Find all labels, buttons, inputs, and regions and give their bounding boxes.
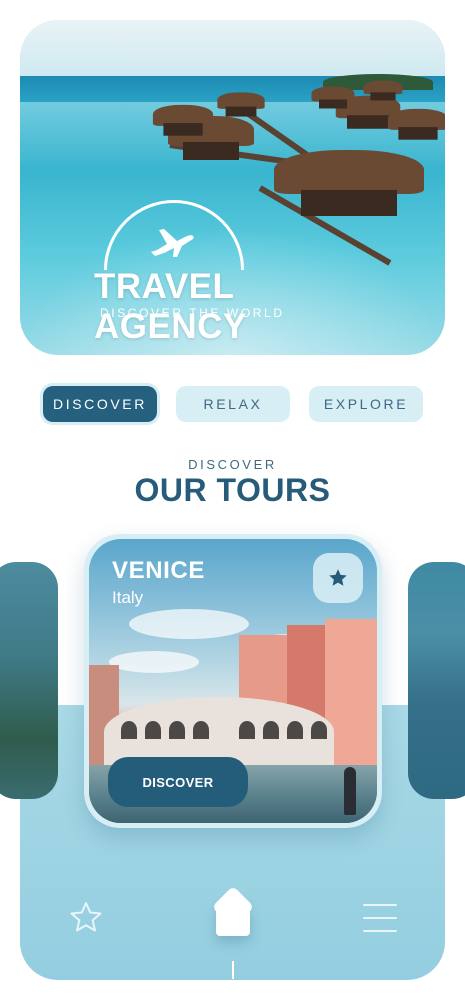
overwater-bungalow	[274, 150, 424, 220]
home-indicator	[232, 961, 234, 979]
tour-card-previous[interactable]	[0, 562, 58, 799]
tour-card-next[interactable]	[408, 562, 465, 799]
bridge-arch	[287, 721, 303, 739]
bridge-arch	[193, 721, 209, 739]
cloud	[109, 651, 199, 673]
tour-card[interactable]: VENICE Italy DISCOVER	[84, 534, 382, 828]
hero-sky	[20, 20, 445, 76]
overwater-bungalow	[152, 104, 214, 137]
star-icon[interactable]	[68, 900, 104, 936]
overwater-bungalow	[363, 80, 403, 102]
home-icon[interactable]	[216, 898, 250, 936]
bridge-arch	[239, 721, 255, 739]
section-title: OUR TOURS	[134, 472, 331, 508]
tab-explore[interactable]: EXPLORE	[309, 386, 423, 422]
category-tabs: DISCOVER RELAX EXPLORE	[40, 386, 425, 424]
tab-label: DISCOVER	[53, 396, 147, 412]
discover-tour-button[interactable]: DISCOVER	[108, 757, 248, 807]
tab-relax[interactable]: RELAX	[176, 386, 290, 422]
bridge-arch	[121, 721, 137, 739]
bridge-arch	[263, 721, 279, 739]
gondolier	[344, 767, 356, 815]
hero-banner: TRAVEL AGENCY DISCOVER THE WORLD	[20, 20, 445, 355]
bridge-arch	[169, 721, 185, 739]
airplane-icon	[151, 229, 194, 257]
overwater-bungalow	[217, 92, 265, 117]
tour-card-image: VENICE Italy DISCOVER	[89, 539, 377, 823]
tour-city: VENICE	[112, 557, 205, 584]
favorite-button[interactable]	[313, 553, 363, 603]
bridge-arch	[311, 721, 327, 739]
overwater-bungalow	[387, 108, 445, 141]
overwater-bungalow	[311, 86, 355, 110]
tab-label: RELAX	[203, 396, 263, 412]
bridge-arch	[145, 721, 161, 739]
tour-country: Italy	[112, 588, 144, 607]
menu-icon[interactable]	[363, 904, 397, 932]
brand-subtitle: DISCOVER THE WORLD	[100, 306, 285, 320]
section-kicker: DISCOVER	[188, 457, 277, 472]
cloud	[129, 609, 249, 639]
tab-label: EXPLORE	[323, 396, 409, 412]
tab-discover[interactable]: DISCOVER	[43, 386, 157, 422]
star-icon	[329, 569, 347, 586]
